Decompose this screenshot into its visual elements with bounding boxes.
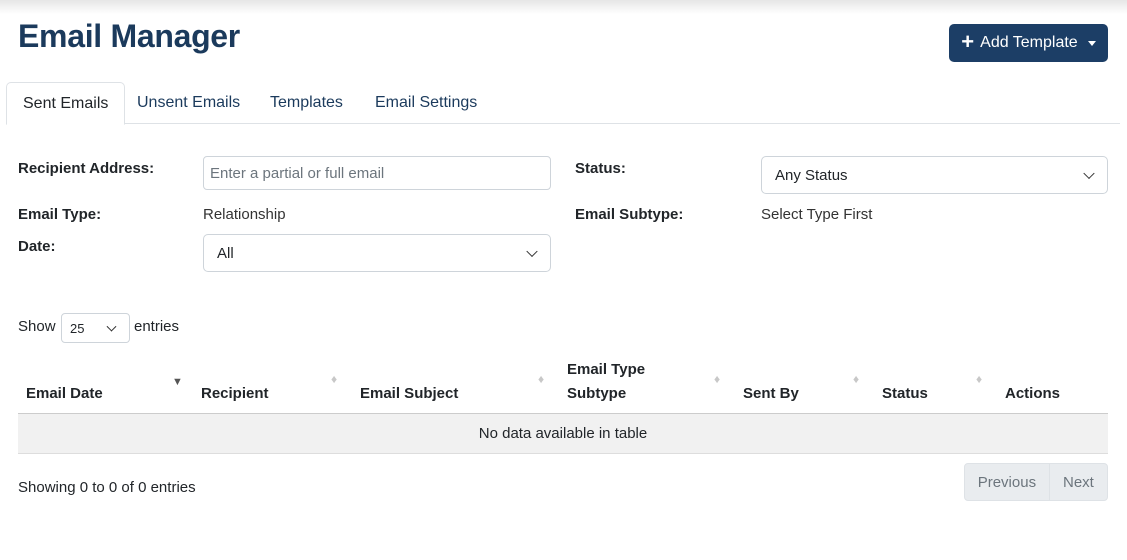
top-shadow	[0, 0, 1127, 14]
recipient-address-label: Recipient Address:	[18, 160, 155, 177]
sort-arrows-icon[interactable]: ♦	[853, 372, 859, 386]
sort-arrows-icon[interactable]: ♦	[976, 372, 982, 386]
email-type-value: Relationship	[203, 206, 286, 223]
plus-icon: +	[961, 29, 975, 54]
email-type-label: Email Type:	[18, 206, 102, 223]
recipient-address-input[interactable]	[203, 156, 551, 190]
column-status[interactable]: Status	[882, 382, 928, 406]
pagination: Previous Next	[964, 463, 1108, 501]
column-email-date[interactable]: Email Date	[26, 382, 103, 406]
tab-email-settings[interactable]: Email Settings	[359, 82, 493, 124]
column-actions: Actions	[1005, 385, 1061, 402]
tab-templates[interactable]: Templates	[254, 82, 359, 124]
tab-sent-emails[interactable]: Sent Emails	[6, 82, 126, 125]
column-sent-by[interactable]: Sent By	[743, 382, 799, 406]
page-length-select[interactable]: 25	[61, 313, 130, 343]
email-subtype-value: Select Type First	[761, 206, 873, 223]
sort-desc-icon[interactable]: ▼	[172, 376, 183, 388]
sort-arrows-icon[interactable]: ♦	[538, 372, 544, 386]
sort-arrows-icon[interactable]: ♦	[331, 372, 337, 386]
email-subtype-label: Email Subtype:	[575, 206, 684, 223]
chevron-down-icon	[1083, 167, 1095, 180]
column-email-subject[interactable]: Email Subject	[360, 382, 458, 406]
page-title: Email Manager	[18, 18, 240, 54]
status-select[interactable]: Any Status	[761, 156, 1108, 194]
column-subtype-line: Subtype	[567, 385, 627, 402]
table-info: Showing 0 to 0 of 0 entries	[18, 479, 196, 496]
status-label: Status:	[575, 160, 626, 177]
date-select[interactable]: All	[203, 234, 551, 272]
tab-unsent-emails[interactable]: Unsent Emails	[121, 82, 256, 124]
tab-bar: Sent Emails Unsent Emails Templates Emai…	[6, 82, 1120, 125]
column-email-type-subtype[interactable]: Email Type Subtype	[567, 358, 645, 406]
show-label: Show	[18, 318, 56, 335]
caret-down-icon	[1087, 40, 1096, 46]
page-length-value: 25	[70, 320, 85, 336]
column-recipient[interactable]: Recipient	[201, 382, 269, 406]
add-template-button[interactable]: + Add Template	[949, 24, 1108, 62]
sort-arrows-icon[interactable]: ♦	[714, 372, 720, 386]
chevron-down-icon	[526, 245, 538, 258]
date-label: Date:	[18, 238, 56, 255]
entries-label: entries	[134, 318, 180, 335]
table-row-empty: No data available in table	[18, 414, 1108, 454]
next-button[interactable]: Next	[1050, 464, 1107, 500]
add-template-label: Add Template	[980, 34, 1078, 51]
status-select-value: Any Status	[775, 166, 848, 184]
column-email-type-line: Email Type	[567, 361, 646, 378]
chevron-down-icon	[106, 321, 117, 332]
date-select-value: All	[217, 244, 234, 262]
previous-button[interactable]: Previous	[965, 464, 1050, 500]
